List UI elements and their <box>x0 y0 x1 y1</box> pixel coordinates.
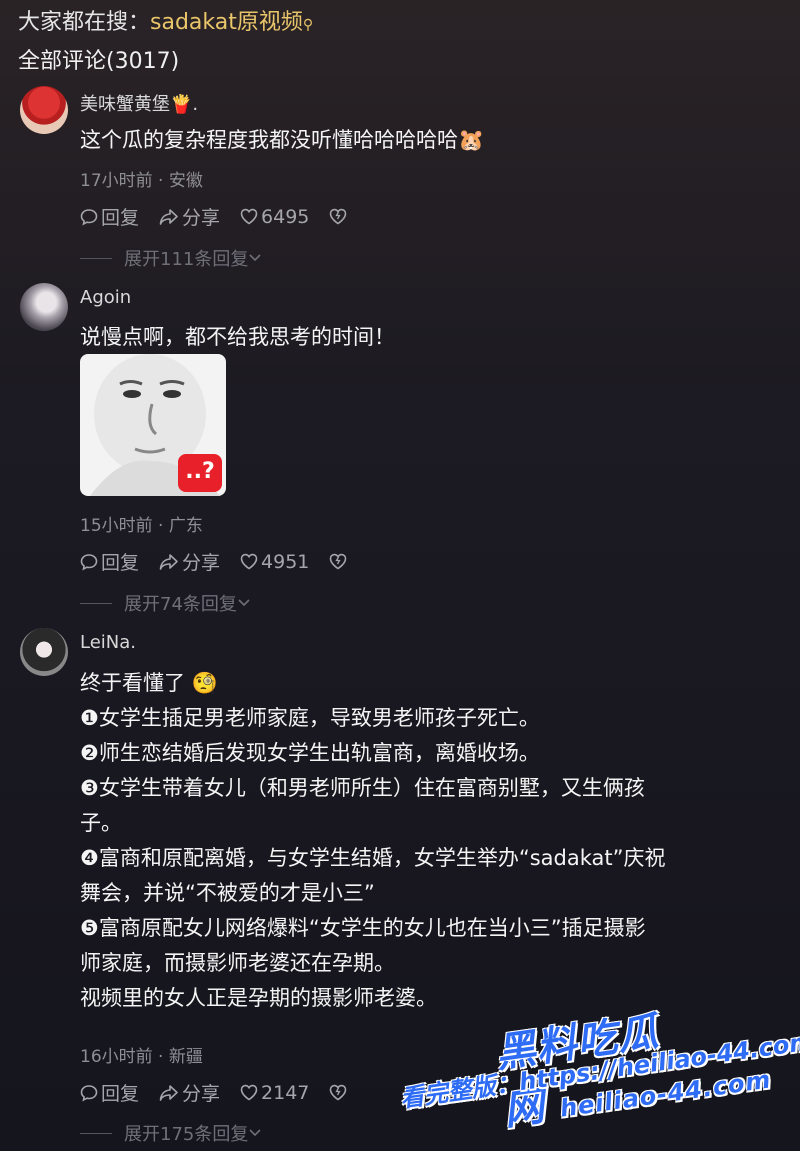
share-icon <box>159 553 178 570</box>
comment-text: 这个瓜的复杂程度我都没听懂哈哈哈哈哈🐹 <box>80 128 485 152</box>
share-icon <box>159 208 178 225</box>
avatar[interactable] <box>20 86 68 134</box>
comment-actions: 回复 分享 2147 <box>80 1079 370 1106</box>
comment-meta: 16小时前 · 新疆 <box>80 1047 203 1067</box>
comment-meta: 17小时前 · 安徽 <box>80 171 203 191</box>
broken-heart-icon <box>330 208 347 225</box>
broken-heart-icon <box>330 1084 347 1101</box>
comment-count-title: 全部评论(3017) <box>18 49 180 74</box>
share-button[interactable]: 分享 <box>159 203 220 230</box>
fries-icon: 🍟. <box>170 94 199 115</box>
question-badge: ..? <box>178 454 222 492</box>
comment-line: ❷师生恋结婚后发现女学生出轨富商，离婚收场。 <box>80 741 540 765</box>
comment-meta: 15小时前 · 广东 <box>80 516 203 536</box>
comment-line: ❸女学生带着女儿（和男老师所生）住在富商别墅，又生俩孩 <box>80 776 645 800</box>
hamster-icon: 🐹 <box>458 128 485 152</box>
avatar[interactable] <box>20 628 68 676</box>
dislike-button[interactable] <box>329 208 350 225</box>
username[interactable]: LeiNa. <box>80 632 136 653</box>
share-button[interactable]: 分享 <box>159 1079 220 1106</box>
divider <box>80 257 112 259</box>
comment-line: 舞会，并说“不被爱的才是小三” <box>80 881 375 905</box>
share-icon <box>159 1084 178 1101</box>
dislike-button[interactable] <box>329 1084 350 1101</box>
comment-line: ❺富商原配女儿网络爆料“女学生的女儿也在当小三”插足摄影 <box>80 916 646 940</box>
reply-icon <box>80 208 98 225</box>
avatar[interactable] <box>20 283 68 331</box>
comment-text: 终于看懂了 🧐 ❶女学生插足男老师家庭，导致男老师孩子死亡。 ❷师生恋结婚后发现… <box>80 666 792 1016</box>
username[interactable]: Agoin <box>80 287 131 308</box>
divider <box>80 1132 112 1134</box>
expand-replies-button[interactable]: 展开175条回复 <box>80 1120 262 1146</box>
comment-line: 师家庭，而摄影师老婆还在孕期。 <box>80 951 395 975</box>
expand-replies-button[interactable]: 展开111条回复 <box>80 245 262 271</box>
heart-icon <box>240 1084 258 1101</box>
comment-line: ❹富商和原配离婚，与女学生结婚，女学生举办“sadakat”庆祝 <box>80 846 666 870</box>
search-icon: ⚲ <box>302 17 314 33</box>
comment-actions: 回复 分享 4951 <box>80 548 370 575</box>
share-button[interactable]: 分享 <box>159 548 220 575</box>
like-button[interactable]: 2147 <box>240 1082 309 1104</box>
like-button[interactable]: 6495 <box>240 206 309 228</box>
broken-heart-icon <box>330 553 347 570</box>
expand-replies-button[interactable]: 展开74条回复 <box>80 590 251 616</box>
sticker-image[interactable]: ..? <box>80 354 226 496</box>
comment-line: ❶女学生插足男老师家庭，导致男老师孩子死亡。 <box>80 706 540 730</box>
comment-actions: 回复 分享 6495 <box>80 203 370 230</box>
chevron-down-icon <box>238 599 250 607</box>
hot-search-keyword[interactable]: sadakat原视频 <box>150 10 303 35</box>
heart-icon <box>240 553 258 570</box>
hot-search-prefix: 大家都在搜： <box>18 10 151 35</box>
hot-search-bar[interactable]: 大家都在搜：sadakat原视频⚲ <box>18 4 313 36</box>
heart-icon <box>240 208 258 225</box>
chevron-down-icon <box>249 254 261 262</box>
reply-icon <box>80 553 98 570</box>
comment-text: 说慢点啊，都不给我思考的时间！ <box>80 325 395 349</box>
like-button[interactable]: 4951 <box>240 551 309 573</box>
comment-line: 终于看懂了 🧐 <box>80 671 218 695</box>
username[interactable]: 美味蟹黄堡🍟. <box>80 90 198 116</box>
chevron-down-icon <box>249 1129 261 1137</box>
dislike-button[interactable] <box>329 553 350 570</box>
reply-button[interactable]: 回复 <box>80 1079 139 1106</box>
comment-line: 子。 <box>80 811 122 835</box>
reply-button[interactable]: 回复 <box>80 548 139 575</box>
reply-button[interactable]: 回复 <box>80 203 139 230</box>
reply-icon <box>80 1084 98 1101</box>
divider <box>80 602 112 604</box>
